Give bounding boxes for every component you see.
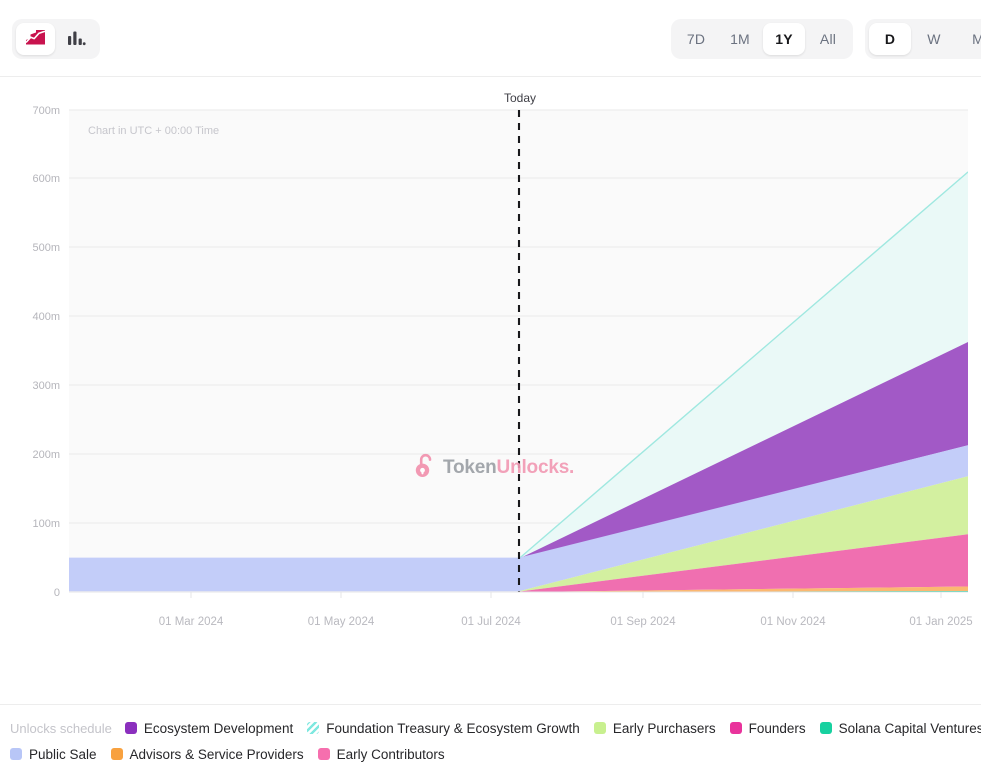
granularity-button-m[interactable]: M [957, 23, 981, 55]
granularity-button-w[interactable]: W [913, 23, 955, 55]
range-controls: 7D 1M 1Y All D W M [671, 19, 981, 59]
unlocks-area-chart[interactable]: TBD 700m 600m 500m [0, 77, 981, 637]
legend-item-label: Ecosystem Development [144, 721, 293, 736]
x-axis-ticks [191, 592, 941, 598]
legend-item-label: Foundation Treasury & Ecosystem Growth [326, 721, 580, 736]
chart-legend: Unlocks schedule Ecosystem Development F… [0, 704, 981, 766]
legend-item-early-purchasers[interactable]: Early Purchasers [594, 721, 716, 736]
legend-row-2: Public Sale Advisors & Service Providers… [10, 741, 971, 766]
range-button-all[interactable]: All [807, 23, 849, 55]
svg-text:100m: 100m [32, 518, 60, 530]
y-axis-labels: 700m 600m 500m 400m 300m 200m 100m 0 [32, 105, 60, 599]
legend-swatch-icon [125, 722, 137, 734]
svg-text:01 May 2024: 01 May 2024 [308, 616, 375, 628]
legend-item-solana-capital-ventures[interactable]: Solana Capital Ventures International [820, 721, 981, 736]
legend-swatch-hatched-icon [307, 722, 319, 734]
legend-item-founders[interactable]: Founders [730, 721, 806, 736]
legend-item-foundation-treasury[interactable]: Foundation Treasury & Ecosystem Growth [307, 721, 580, 736]
svg-text:01 Mar 2024: 01 Mar 2024 [159, 616, 224, 628]
legend-title: Unlocks schedule [10, 721, 112, 736]
svg-text:01 Sep 2024: 01 Sep 2024 [610, 616, 676, 628]
svg-text:700m: 700m [32, 105, 60, 117]
bar-chart-type-button[interactable] [57, 23, 96, 55]
legend-item-advisors-service-providers[interactable]: Advisors & Service Providers [111, 747, 304, 762]
svg-text:01 Nov 2024: 01 Nov 2024 [760, 616, 826, 628]
legend-item-ecosystem-development[interactable]: Ecosystem Development [125, 721, 293, 736]
legend-swatch-icon [111, 748, 123, 760]
legend-swatch-icon [820, 722, 832, 734]
area-chart-type-button[interactable] [16, 23, 55, 55]
token-unlocks-chart-page: 7D 1M 1Y All D W M Today TBD [0, 0, 981, 766]
legend-item-public-sale[interactable]: Public Sale [10, 747, 97, 762]
legend-row-1: Unlocks schedule Ecosystem Development F… [10, 715, 971, 741]
svg-text:300m: 300m [32, 380, 60, 392]
chart-header: 7D 1M 1Y All D W M [0, 0, 981, 77]
time-range-group: 7D 1M 1Y All [671, 19, 853, 59]
legend-swatch-icon [594, 722, 606, 734]
legend-item-label: Founders [749, 721, 806, 736]
area-chart-icon [25, 29, 46, 49]
svg-text:0: 0 [54, 587, 60, 599]
legend-swatch-icon [730, 722, 742, 734]
range-button-1m[interactable]: 1M [719, 23, 761, 55]
legend-item-label: Solana Capital Ventures International [839, 721, 981, 736]
granularity-group: D W M [865, 19, 981, 59]
svg-text:400m: 400m [32, 311, 60, 323]
legend-item-label: Early Purchasers [613, 721, 716, 736]
x-axis-labels: 01 Mar 2024 01 May 2024 01 Jul 2024 01 S… [159, 616, 973, 628]
svg-text:600m: 600m [32, 173, 60, 185]
legend-item-label: Public Sale [29, 747, 97, 762]
legend-swatch-icon [318, 748, 330, 760]
range-button-7d[interactable]: 7D [675, 23, 717, 55]
svg-text:01 Jan 2025: 01 Jan 2025 [909, 616, 972, 628]
legend-swatch-icon [10, 748, 22, 760]
svg-text:01 Jul 2024: 01 Jul 2024 [461, 616, 521, 628]
chart-area: Today TBD [0, 77, 981, 704]
legend-item-label: Early Contributors [337, 747, 445, 762]
legend-item-early-contributors[interactable]: Early Contributors [318, 747, 445, 762]
granularity-button-d[interactable]: D [869, 23, 911, 55]
range-button-1y[interactable]: 1Y [763, 23, 805, 55]
utc-note: Chart in UTC + 00:00 Time [88, 125, 219, 137]
legend-item-label: Advisors & Service Providers [130, 747, 304, 762]
bar-chart-icon [67, 29, 86, 49]
svg-text:500m: 500m [32, 242, 60, 254]
svg-text:200m: 200m [32, 449, 60, 461]
chart-type-toggle [12, 19, 100, 59]
